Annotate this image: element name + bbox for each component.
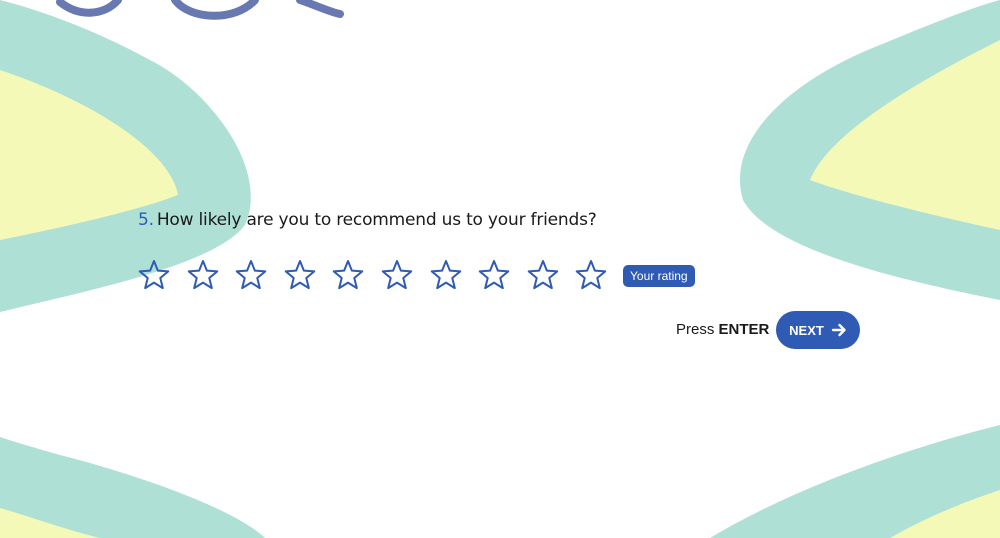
star-outline-icon (284, 260, 316, 290)
next-button-label: NEXT (789, 322, 824, 338)
star-button-1[interactable] (137, 258, 171, 292)
hint-prefix: Press (676, 321, 715, 338)
rating-label: Your rating (623, 265, 695, 287)
star-button-9[interactable] (526, 258, 560, 292)
star-outline-icon (333, 260, 364, 290)
star-outline-icon (235, 260, 267, 290)
star-button-8[interactable] (477, 258, 511, 292)
star-outline-icon (576, 260, 607, 290)
star-button-7[interactable] (429, 258, 463, 292)
star-button-2[interactable] (186, 258, 220, 292)
star-button-10[interactable] (574, 258, 608, 292)
keyboard-hint: Press ENTER (676, 321, 769, 338)
question-text: How likely are you to recommend us to yo… (156, 210, 597, 230)
star-button-4[interactable] (283, 258, 317, 292)
star-outline-icon (527, 260, 559, 290)
star-outline-icon (138, 260, 170, 290)
star-button-3[interactable] (234, 258, 268, 292)
star-outline-icon (381, 260, 413, 290)
star-button-5[interactable] (331, 258, 365, 292)
star-outline-icon (187, 260, 218, 290)
arrow-right-icon (831, 323, 846, 337)
question-number: 5. (138, 210, 154, 230)
star-outline-icon (478, 260, 510, 290)
star-outline-icon (430, 260, 461, 290)
question-title: 5. How likely are you to recommend us to … (138, 210, 597, 230)
hint-key: ENTER (718, 321, 770, 338)
star-rating (137, 258, 623, 292)
star-button-6[interactable] (380, 258, 414, 292)
next-button[interactable]: NEXT (776, 311, 860, 349)
